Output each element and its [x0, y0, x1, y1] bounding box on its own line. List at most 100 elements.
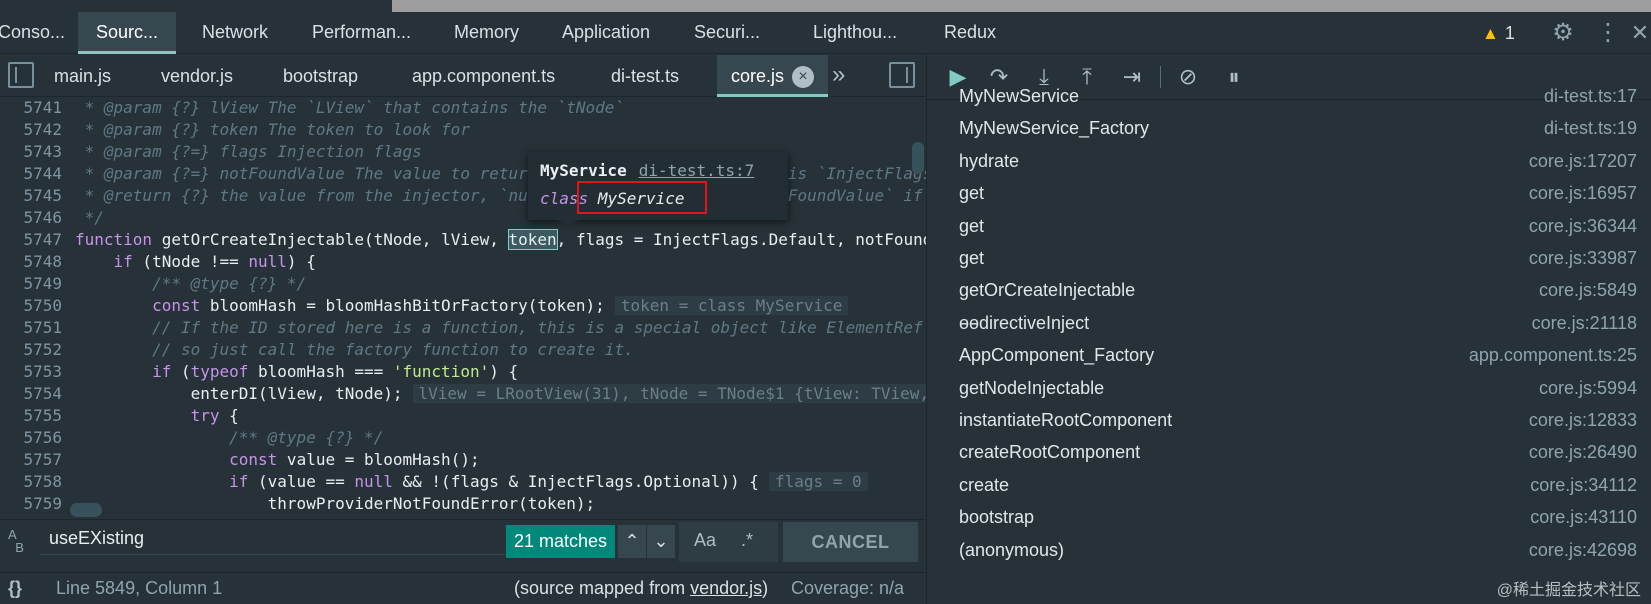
search-input[interactable]: useEXisting	[40, 525, 506, 555]
warnings-counter[interactable]: ▲ 1	[1482, 12, 1515, 54]
call-frame-location[interactable]: di-test.ts:17	[1544, 86, 1637, 113]
tab-application[interactable]: Application	[562, 12, 650, 54]
code-line[interactable]: 5754 enterDI(lView, tNode); lView = LRoot…	[0, 383, 926, 405]
call-frame-location[interactable]: core.js:5849	[1539, 273, 1637, 307]
file-tab-vendor-js[interactable]: vendor.js	[161, 55, 233, 97]
call-frame-location[interactable]: di-test.ts:19	[1544, 111, 1637, 145]
call-frame[interactable]: create core.js:34112	[927, 468, 1637, 502]
code-line[interactable]: 5758 if (value == null && !(flags & Inje…	[0, 471, 926, 493]
cancel-search-button[interactable]: CANCEL	[783, 522, 918, 562]
code-line[interactable]: 5750 const bloomHash = bloomHashBitOrFac…	[0, 295, 926, 317]
settings-gear-icon[interactable]: ⚙	[1548, 12, 1578, 54]
line-number[interactable]: 5744	[0, 163, 62, 185]
file-tab-bootstrap[interactable]: bootstrap	[283, 55, 358, 97]
call-frame-location[interactable]: core.js:26490	[1529, 435, 1637, 469]
line-number[interactable]: 5752	[0, 339, 62, 361]
file-tab-main-js[interactable]: main.js	[54, 55, 111, 97]
match-case-toggle[interactable]: Aa	[694, 530, 716, 551]
popover-location-link[interactable]: di-test.ts:7	[639, 161, 755, 180]
tab-performance[interactable]: Performan...	[312, 12, 411, 54]
line-number[interactable]: 5750	[0, 295, 62, 317]
call-frame[interactable]: get core.js:36344	[927, 209, 1637, 243]
call-frame[interactable]: get core.js:16957	[927, 176, 1637, 210]
line-number[interactable]: 5741	[0, 97, 62, 119]
file-tab-di-test[interactable]: di-test.ts	[611, 55, 679, 97]
call-frame[interactable]: hydrate core.js:17207	[927, 144, 1637, 178]
call-frame[interactable]: MyNewService_Factory di-test.ts:19	[927, 111, 1637, 145]
line-number[interactable]: 5755	[0, 405, 62, 427]
previous-match-chevron-up-icon[interactable]: ⌃	[618, 525, 646, 558]
line-number[interactable]: 5746	[0, 207, 62, 229]
toggle-debugger-icon[interactable]	[889, 62, 915, 88]
call-frame[interactable]: getOrCreateInjectable core.js:5849	[927, 273, 1637, 307]
line-number[interactable]: 5759	[0, 493, 62, 515]
code-line[interactable]: 5756 /** @type {?} */	[0, 427, 926, 449]
tab-lighthouse[interactable]: Lighthou...	[813, 12, 897, 54]
call-frame-location[interactable]: core.js:5994	[1539, 371, 1637, 405]
tab-memory[interactable]: Memory	[454, 12, 519, 54]
code-line[interactable]: 5749 /** @type {?} */	[0, 273, 926, 295]
call-frame-location[interactable]: core.js:16957	[1529, 176, 1637, 210]
code-line[interactable]: 5751 // If the ID stored here is a funct…	[0, 317, 926, 339]
file-tab-app-component[interactable]: app.component.ts	[412, 55, 555, 97]
line-number[interactable]: 5747	[0, 229, 62, 251]
line-number[interactable]: 5742	[0, 119, 62, 141]
call-frame[interactable]: instantiateRootComponent core.js:12833	[927, 403, 1637, 437]
code-line[interactable]: 5742 * @param {?} token The token to loo…	[0, 119, 926, 141]
code-line[interactable]: 5747 function getOrCreateInjectable(tNode…	[0, 229, 926, 251]
cursor-position: Line 5849, Column 1	[56, 578, 223, 598]
close-devtools-icon[interactable]: ✕	[1630, 12, 1650, 54]
line-number[interactable]: 5748	[0, 251, 62, 273]
call-frame[interactable]: bootstrap core.js:43110	[927, 500, 1637, 534]
call-frame-location[interactable]: core.js:12833	[1529, 403, 1637, 437]
code-line[interactable]: 5759 throwProviderNotFoundError(token);	[0, 493, 926, 515]
call-frame-location[interactable]: core.js:34112	[1530, 468, 1637, 502]
tab-sources[interactable]: Sourc...	[78, 12, 177, 54]
call-frame-location[interactable]: core.js:21118	[1532, 306, 1637, 340]
toggle-navigator-icon[interactable]	[8, 62, 34, 88]
line-number[interactable]: 5751	[0, 317, 62, 339]
code-line[interactable]: 5741 * @param {?} lView The `LView` that…	[0, 97, 926, 119]
more-options-icon[interactable]: ⋮	[1596, 12, 1620, 54]
next-match-chevron-down-icon[interactable]: ⌄	[647, 525, 675, 558]
line-number[interactable]: 5743	[0, 141, 62, 163]
source-map-link[interactable]: vendor.js	[690, 578, 762, 598]
tab-security[interactable]: Securi...	[694, 12, 760, 54]
tab-redux[interactable]: Redux	[944, 12, 996, 54]
search-replace-toggle-icon[interactable]: A B	[8, 528, 24, 554]
call-frame[interactable]: get core.js:33987	[927, 241, 1637, 275]
file-tab-core-js[interactable]: core.js ×	[717, 55, 829, 97]
regex-toggle[interactable]: .*	[741, 530, 753, 551]
code-line[interactable]: 5753 if (typeof bloomHash === 'function'…	[0, 361, 926, 383]
code-line[interactable]: 5755 try {	[0, 405, 926, 427]
vertical-scrollbar[interactable]	[912, 142, 924, 174]
tab-network[interactable]: Network	[202, 12, 268, 54]
call-frame[interactable]: createRootComponent core.js:26490	[927, 435, 1637, 469]
call-frame-location[interactable]: app.component.ts:25	[1469, 338, 1637, 372]
more-tabs-chevron-icon[interactable]: »	[832, 55, 845, 97]
call-frame[interactable]: AppComponent_Factory app.component.ts:25	[927, 338, 1637, 372]
call-frame-location[interactable]: core.js:33987	[1529, 241, 1637, 275]
line-number[interactable]: 5756	[0, 427, 62, 449]
line-number[interactable]: 5749	[0, 273, 62, 295]
call-frame-location[interactable]: core.js:42698	[1529, 533, 1637, 567]
line-number[interactable]: 5758	[0, 471, 62, 493]
call-frame[interactable]: ɵɵdirectiveInject core.js:21118	[927, 306, 1637, 340]
line-number[interactable]: 5757	[0, 449, 62, 471]
line-number[interactable]: 5745	[0, 185, 62, 207]
call-frame[interactable]: getNodeInjectable core.js:5994	[927, 371, 1637, 405]
horizontal-scrollbar[interactable]	[70, 503, 102, 517]
call-frame[interactable]: MyNewService di-test.ts:17	[927, 86, 1637, 113]
call-frame[interactable]: (anonymous) core.js:42698	[927, 533, 1637, 567]
line-number[interactable]: 5754	[0, 383, 62, 405]
code-line[interactable]: 5752 // so just call the factory functio…	[0, 339, 926, 361]
pretty-print-icon[interactable]: {}	[8, 573, 22, 603]
line-number[interactable]: 5753	[0, 361, 62, 383]
call-frame-location[interactable]: core.js:17207	[1529, 144, 1637, 178]
tab-console[interactable]: Conso...	[0, 12, 65, 54]
call-frame-location[interactable]: core.js:43110	[1530, 500, 1637, 534]
close-tab-icon[interactable]: ×	[792, 66, 815, 88]
code-line[interactable]: 5757 const value = bloomHash();	[0, 449, 926, 471]
call-frame-location[interactable]: core.js:36344	[1529, 209, 1637, 243]
code-line[interactable]: 5748 if (tNode !== null) {	[0, 251, 926, 273]
